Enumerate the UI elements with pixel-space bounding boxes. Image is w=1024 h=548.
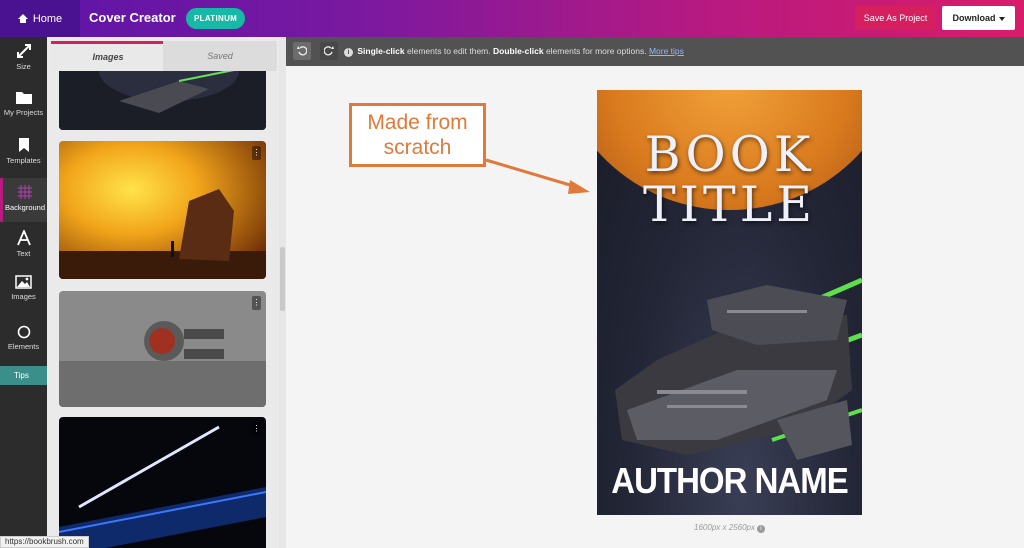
nav-label-background: Background [4, 203, 46, 212]
canvas-toolbar: i Single-click elements to edit them. Do… [286, 37, 1024, 66]
nav-label-size: Size [16, 62, 31, 71]
undo-icon [297, 46, 308, 56]
thumbnail-vehicle-image [59, 291, 266, 407]
annotation-callout: Made from scratch [349, 103, 486, 167]
redo-button[interactable] [320, 42, 338, 60]
more-options-icon[interactable]: ⋮ [252, 296, 261, 310]
home-button[interactable]: Home [0, 0, 80, 37]
tip-single-click: Single-click [357, 46, 405, 56]
home-label: Home [32, 12, 63, 25]
save-as-project-button[interactable]: Save As Project [855, 6, 936, 30]
resize-icon [16, 44, 31, 58]
editing-tip: i Single-click elements to edit them. Do… [344, 46, 684, 57]
cover-author-name[interactable]: AUTHOR NAME [597, 460, 862, 502]
status-bar-url: https://bookbrush.com [0, 536, 89, 548]
cover-dimensions-text: 1600px x 2560px [694, 523, 755, 532]
nav-item-templates[interactable]: Templates [0, 137, 47, 173]
circle-icon [17, 325, 30, 339]
nav-item-elements[interactable]: Elements [0, 325, 47, 361]
plan-badge: PLATINUM [186, 8, 246, 29]
info-icon: i [344, 48, 353, 57]
image-panel: Images Saved ⋮ ⋮ ⋮ [47, 37, 279, 548]
image-thumbnail[interactable]: ⋮ [59, 141, 266, 279]
nav-label-templates: Templates [6, 156, 41, 165]
tip-double-click: Double-click [493, 46, 544, 56]
annotation-arrow-icon [485, 158, 590, 194]
book-cover[interactable]: BOOK TITLE AUTHOR NAME [597, 90, 862, 515]
bookmark-icon [18, 138, 29, 152]
tips-button[interactable]: Tips [0, 366, 47, 385]
nav-label-my-projects: My Projects [3, 108, 44, 117]
tab-saved[interactable]: Saved [163, 41, 277, 71]
cover-dimensions: 1600px x 2560px i [597, 523, 862, 533]
nav-item-my-projects[interactable]: My Projects [0, 90, 47, 126]
nav-item-size[interactable]: Size [0, 43, 47, 79]
tip-single-click-rest: elements to edit them. [407, 46, 491, 56]
grid-icon [18, 185, 32, 199]
tab-images[interactable]: Images [51, 41, 165, 71]
nav-label-text: Text [16, 249, 31, 258]
nav-label-images: Images [11, 292, 36, 301]
text-icon [16, 230, 31, 246]
nav-item-text[interactable]: Text [0, 230, 47, 266]
folder-icon [15, 92, 32, 104]
nav-item-background[interactable]: Background [0, 178, 47, 222]
image-thumbnail[interactable]: ⋮ [59, 417, 266, 548]
nav-item-images[interactable]: Images [0, 275, 47, 311]
cover-title-line1[interactable]: BOOK [597, 126, 862, 183]
redo-icon [323, 46, 334, 56]
caret-down-icon [998, 16, 1005, 21]
tip-double-click-rest: elements for more options. [545, 46, 647, 56]
home-icon [17, 14, 28, 23]
nav-label-elements: Elements [7, 342, 40, 351]
image-icon [15, 275, 32, 289]
cover-title-line2[interactable]: TITLE [597, 176, 862, 233]
more-options-icon[interactable]: ⋮ [252, 146, 261, 160]
more-options-icon[interactable]: ⋮ [252, 422, 261, 436]
info-icon[interactable]: i [756, 525, 765, 533]
top-bar: Home Cover Creator PLATINUM Save As Proj… [0, 0, 1024, 37]
left-nav: Size My Projects Templates Background Te… [0, 37, 47, 548]
download-button[interactable]: Download [942, 6, 1015, 30]
download-label: Download [952, 13, 996, 23]
thumbnail-subway-image [59, 417, 266, 548]
panel-scrollbar-thumb[interactable] [280, 247, 285, 311]
app-title: Cover Creator [89, 10, 176, 25]
undo-button[interactable] [293, 42, 311, 60]
image-thumbnail[interactable]: ⋮ [59, 291, 266, 407]
thumbnail-sun-rock-image [59, 141, 266, 279]
more-tips-link[interactable]: More tips [649, 46, 684, 56]
